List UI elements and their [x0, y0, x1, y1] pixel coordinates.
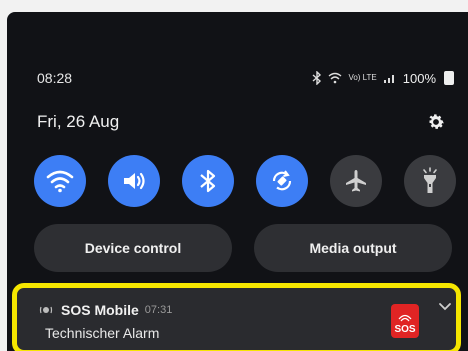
- bluetooth-icon: [200, 169, 216, 193]
- device-control-button[interactable]: Device control: [34, 224, 232, 272]
- chevron-down-icon[interactable]: [438, 302, 452, 312]
- flashlight-icon: [423, 167, 437, 193]
- battery-percent: 100%: [402, 70, 436, 86]
- sos-app-icon: SOS: [391, 304, 419, 338]
- app-small-icon: [39, 306, 53, 314]
- sos-notification[interactable]: SOS Mobile 07:31 Technischer Alarm SOS: [12, 283, 461, 351]
- flashlight-toggle[interactable]: [404, 155, 456, 207]
- notification-content: SOS Mobile 07:31 Technischer Alarm: [39, 302, 440, 341]
- date-label: Fri, 26 Aug: [37, 112, 120, 131]
- settings-gear-icon[interactable]: [426, 112, 446, 132]
- bluetooth-toggle[interactable]: [182, 155, 234, 207]
- sos-badge-text: SOS: [394, 324, 416, 335]
- notification-header: SOS Mobile 07:31: [39, 302, 440, 318]
- volte-indicator: Vo) LTE: [348, 73, 377, 82]
- date-row: Fri, 26 Aug: [37, 108, 446, 136]
- notification-time: 07:31: [144, 304, 173, 316]
- sound-toggle[interactable]: [108, 155, 160, 207]
- quick-toggles: [34, 152, 456, 210]
- sos-signal-icon: [398, 314, 412, 322]
- status-time: 08:28: [37, 70, 73, 86]
- wifi-icon: [46, 170, 74, 193]
- quick-panel: 08:28 Vo) LTE 100% Fri, 26 Aug Device co…: [7, 12, 468, 351]
- panel-pills: Device control Media output: [34, 224, 452, 274]
- wifi-status-icon: [328, 72, 342, 84]
- notification-text: Technischer Alarm: [45, 325, 160, 341]
- notification-app-name: SOS Mobile: [61, 302, 139, 318]
- media-output-button[interactable]: Media output: [254, 224, 452, 272]
- wifi-toggle[interactable]: [34, 155, 86, 207]
- status-bar: 08:28 Vo) LTE 100%: [37, 67, 454, 89]
- bluetooth-status-icon: [312, 71, 322, 85]
- rotate-icon: [272, 170, 292, 191]
- status-icons: Vo) LTE 100%: [312, 71, 454, 86]
- signal-icon: [383, 75, 394, 83]
- volume-icon: [124, 172, 145, 190]
- auto-rotate-toggle[interactable]: [256, 155, 308, 207]
- battery-icon: [444, 71, 454, 85]
- airplane-icon: [346, 170, 366, 192]
- airplane-toggle[interactable]: [330, 155, 382, 207]
